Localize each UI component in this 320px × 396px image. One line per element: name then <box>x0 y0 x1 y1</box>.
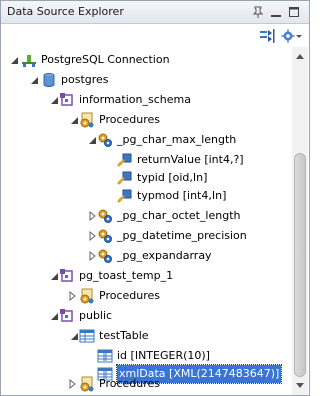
column-icon <box>97 349 113 363</box>
connection-icon <box>22 55 36 67</box>
scroll-down-arrow-icon[interactable] <box>296 381 304 389</box>
tree-node-procedures[interactable]: Procedures <box>1 111 291 129</box>
tree-node-parameter[interactable]: typmod [int4,In] <box>1 187 291 205</box>
tree-label: _pg_char_max_length <box>117 133 237 146</box>
tree-node-toast-schema[interactable]: pg_toast_temp_1 <box>1 267 291 285</box>
tree-label: id [INTEGER(10)] <box>117 349 210 362</box>
tree-label: _pg_expandarray <box>117 249 212 262</box>
scrollbar-thumb[interactable] <box>294 153 306 377</box>
panel-title: Data Source Explorer <box>7 5 124 18</box>
expanded-triangle-icon[interactable] <box>49 311 59 321</box>
expanded-triangle-icon[interactable] <box>49 95 59 105</box>
tree-node-connection[interactable]: PostgreSQL Connection <box>1 51 291 69</box>
tree-label: _pg_char_octet_length <box>117 209 241 222</box>
tree-label: typid [oid,In] <box>137 171 208 184</box>
tree-label: typmod [int4,In] <box>137 189 227 202</box>
procedure-icon <box>98 133 112 147</box>
parameter-icon <box>117 153 132 167</box>
parameter-icon <box>117 171 132 185</box>
tree-node-information-schema[interactable]: information_schema <box>1 91 291 109</box>
procedures-folder-icon <box>80 288 94 304</box>
collapsed-triangle-icon[interactable] <box>67 379 77 389</box>
tree-node-procedures[interactable]: Procedures <box>1 287 291 305</box>
procedure-icon <box>98 229 112 243</box>
tree-node-table[interactable]: testTable <box>1 327 291 345</box>
tree-node-procedure[interactable]: _pg_char_octet_length <box>1 207 291 225</box>
tree-node-procedure[interactable]: _pg_char_max_length <box>1 131 291 149</box>
schema-icon <box>60 93 73 106</box>
tree-label: returnValue [int4,?] <box>137 153 244 166</box>
tree-node-procedure[interactable]: _pg_expandarray <box>1 247 291 265</box>
schema-icon <box>60 269 73 282</box>
procedures-folder-icon <box>80 376 94 392</box>
view-menu-icon[interactable] <box>281 28 303 44</box>
collapsed-triangle-icon[interactable] <box>87 231 97 241</box>
expanded-triangle-icon[interactable] <box>87 135 97 145</box>
scroll-up-arrow-icon[interactable] <box>296 53 304 61</box>
tree-node-procedure[interactable]: _pg_datetime_precision <box>1 227 291 245</box>
expanded-triangle-icon[interactable] <box>9 55 19 65</box>
tree-label: PostgreSQL Connection <box>41 53 170 66</box>
tree-node-database[interactable]: postgres <box>1 71 291 89</box>
pin-icon[interactable] <box>251 5 265 19</box>
expanded-triangle-icon[interactable] <box>69 115 79 125</box>
tree-label: testTable <box>99 329 149 342</box>
database-icon <box>43 73 55 88</box>
tree-label: _pg_datetime_precision <box>117 229 247 242</box>
schema-icon <box>60 309 73 322</box>
minimize-icon[interactable] <box>269 5 283 19</box>
tree-label: postgres <box>61 73 109 86</box>
data-source-explorer-panel: Data Source Explorer PostgreSQL Connecti… <box>0 0 310 396</box>
collapsed-triangle-icon[interactable] <box>87 211 97 221</box>
collapse-all-icon[interactable] <box>259 28 275 44</box>
tree-label: Procedures <box>99 289 160 302</box>
collapsed-triangle-icon[interactable] <box>87 251 97 261</box>
title-bar: Data Source Explorer <box>1 1 309 24</box>
vertical-scrollbar[interactable] <box>292 47 308 395</box>
tree-view: PostgreSQL Connection postgres informati… <box>1 47 291 395</box>
procedures-folder-icon <box>80 112 94 128</box>
expanded-triangle-icon[interactable] <box>69 331 79 341</box>
tree-node-parameter[interactable]: returnValue [int4,?] <box>1 151 291 169</box>
tree-label: pg_toast_temp_1 <box>79 269 174 282</box>
tree-node-parameter[interactable]: typid [oid,In] <box>1 169 291 187</box>
tree-node-procedures[interactable]: Procedures <box>1 375 291 393</box>
maximize-icon[interactable] <box>287 5 301 19</box>
tree-label: public <box>79 309 113 322</box>
table-icon <box>79 329 95 343</box>
toolbar <box>1 24 309 46</box>
tree-label: Procedures <box>99 113 160 126</box>
collapsed-triangle-icon[interactable] <box>67 291 77 301</box>
procedure-icon <box>98 209 112 223</box>
tree-label: information_schema <box>79 93 191 106</box>
procedure-icon <box>98 249 112 263</box>
expanded-triangle-icon[interactable] <box>29 75 39 85</box>
tree-node-public-schema[interactable]: public <box>1 307 291 325</box>
parameter-icon <box>117 189 132 203</box>
tree-label: Procedures <box>99 377 160 390</box>
expanded-triangle-icon[interactable] <box>49 271 59 281</box>
tree-node-column[interactable]: id [INTEGER(10)] <box>1 347 291 365</box>
